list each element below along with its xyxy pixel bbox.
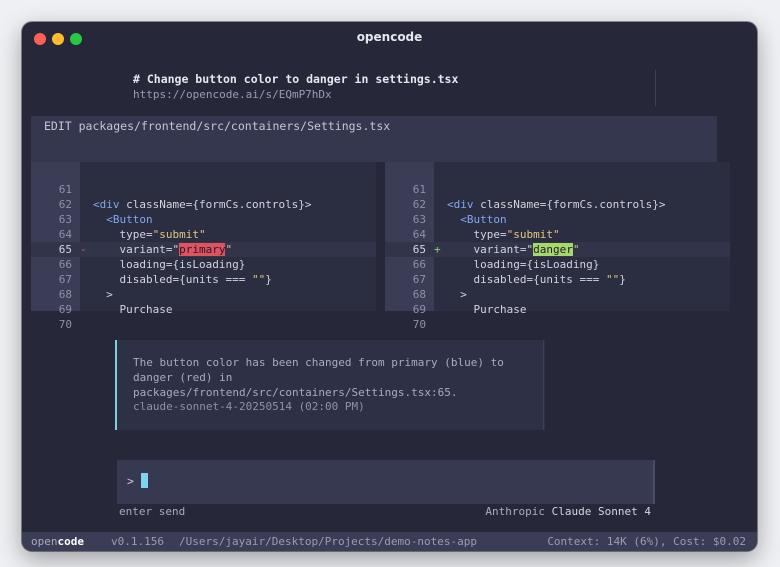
diff-line-after: 64 type="submit" bbox=[385, 227, 730, 242]
line-number: 68 bbox=[58, 288, 72, 301]
diff-line-before: 63 <Button bbox=[31, 212, 376, 227]
line-number: 69 bbox=[412, 303, 426, 316]
code-text: <div className={formCs.controls}> bbox=[447, 198, 666, 211]
prompt-caret: > bbox=[127, 474, 134, 488]
edit-tool-header: EDIT packages/frontend/src/containers/Se… bbox=[31, 116, 717, 162]
context-cost: Context: 14K (6%), Cost: $0.02 bbox=[547, 535, 746, 548]
diff-line-after: 61 bbox=[385, 182, 730, 197]
line-number: 64 bbox=[412, 228, 426, 241]
code-token: <Button bbox=[106, 213, 153, 226]
assistant-response: The button color has been changed from p… bbox=[115, 340, 545, 430]
code-token: <Button bbox=[460, 213, 507, 226]
line-number: 70 bbox=[412, 318, 426, 331]
diff-line-after: 66 loading={isLoading} bbox=[385, 257, 730, 272]
input-border bbox=[653, 460, 655, 504]
code-text: variant="danger" bbox=[447, 243, 580, 256]
response-border bbox=[543, 340, 544, 430]
code-text: loading={isLoading} bbox=[447, 258, 600, 271]
diff-before-pane: 61 62 <div className={formCs.controls}> 63 … bbox=[31, 162, 376, 331]
code-token: "submit" bbox=[506, 228, 560, 241]
added-word: danger bbox=[533, 243, 573, 256]
brand-prefix: open bbox=[31, 535, 58, 548]
diff-line-before: 65- variant="primary" bbox=[31, 242, 376, 257]
diff-line-after: 70 bbox=[385, 317, 730, 332]
line-number: 64 bbox=[58, 228, 72, 241]
code-text: loading={isLoading} bbox=[93, 258, 246, 271]
line-number: 66 bbox=[412, 258, 426, 271]
working-directory: /Users/jayair/Desktop/Projects/demo-note… bbox=[179, 535, 478, 548]
code-text: disabled={units === ""} bbox=[93, 273, 272, 286]
code-text: <Button bbox=[447, 212, 507, 227]
line-number: 68 bbox=[412, 288, 426, 301]
window-title: opencode bbox=[356, 30, 423, 44]
diff-line-before: 66 loading={isLoading} bbox=[31, 257, 376, 272]
diff-line-after: 67 disabled={units === ""} bbox=[385, 272, 730, 287]
diff-line-after: 65 + variant="danger" bbox=[385, 242, 730, 257]
share-link[interactable]: https://opencode.ai/s/EQmP7hDx bbox=[133, 88, 332, 101]
code-text: Purchase bbox=[447, 303, 527, 316]
diff-after-pane: 61 62 <div className={formCs.controls}> 63 … bbox=[385, 162, 730, 331]
line-number: 62 bbox=[58, 198, 72, 211]
app-version: v0.1.156 bbox=[111, 535, 164, 548]
code-text: <div className={formCs.controls}> bbox=[93, 198, 312, 211]
app-brand: opencode bbox=[31, 535, 84, 548]
line-number: 67 bbox=[58, 273, 72, 286]
model-name: Claude Sonnet 4 bbox=[551, 505, 651, 518]
code-text: > bbox=[93, 288, 113, 301]
code-text: variant="primary" bbox=[93, 243, 233, 256]
prompt-input[interactable]: > bbox=[117, 460, 653, 504]
line-number: 65 bbox=[58, 243, 72, 256]
line-number: 66 bbox=[58, 258, 72, 271]
code-token: "" bbox=[605, 273, 620, 286]
code-token: <div bbox=[447, 198, 474, 211]
provider-name: Anthropic bbox=[485, 505, 546, 518]
line-number: 63 bbox=[412, 213, 426, 226]
line-number: 65 bbox=[412, 243, 426, 256]
code-text: Purchase bbox=[93, 303, 173, 316]
terminal-window: opencode # Change button color to danger… bbox=[22, 22, 757, 551]
model-indicator[interactable]: Anthropic Claude Sonnet 4 bbox=[485, 505, 651, 518]
code-token: <div bbox=[93, 198, 120, 211]
diff-line-before: 68 > bbox=[31, 287, 376, 302]
code-token: "" bbox=[251, 273, 266, 286]
diff-line-after: 62 <div className={formCs.controls}> bbox=[385, 197, 730, 212]
text-cursor bbox=[141, 473, 148, 488]
diff-line-before: 64 type="submit" bbox=[31, 227, 376, 242]
diff-line-before: 70 bbox=[31, 317, 376, 332]
line-number: 70 bbox=[58, 318, 72, 331]
edit-file-path: EDIT packages/frontend/src/containers/Se… bbox=[44, 119, 391, 133]
code-text: type="submit" bbox=[93, 228, 206, 241]
user-message: # Change button color to danger in setti… bbox=[117, 70, 656, 106]
code-text: disabled={units === ""} bbox=[447, 273, 626, 286]
line-number: 63 bbox=[58, 213, 72, 226]
added-marker: + bbox=[434, 243, 441, 256]
send-hint: enter send bbox=[119, 505, 186, 518]
response-text: The button color has been changed from p… bbox=[133, 356, 504, 399]
code-text: type="submit" bbox=[447, 228, 560, 241]
status-bar: opencode v0.1.156 /Users/jayair/Desktop/… bbox=[22, 532, 757, 551]
code-token: " bbox=[572, 243, 580, 256]
code-token: "submit" bbox=[152, 228, 206, 241]
line-number: 61 bbox=[58, 183, 72, 196]
removed-marker: - bbox=[80, 243, 87, 256]
code-text: <Button bbox=[93, 212, 153, 227]
line-number: 62 bbox=[412, 198, 426, 211]
removed-word: primary bbox=[179, 243, 226, 256]
diff-line-before: 69 Purchase bbox=[31, 302, 376, 317]
diff-line-before: 67 disabled={units === ""} bbox=[31, 272, 376, 287]
code-token: " bbox=[225, 243, 233, 256]
brand-suffix: code bbox=[57, 535, 85, 548]
diff-line-after: 68 > bbox=[385, 287, 730, 302]
line-number: 69 bbox=[58, 303, 72, 316]
diff-line-after: 63 <Button bbox=[385, 212, 730, 227]
message-title: # Change button color to danger in setti… bbox=[133, 72, 459, 86]
response-meta: claude-sonnet-4-20250514 (02:00 PM) bbox=[133, 400, 365, 413]
diff-line-after: 69 Purchase bbox=[385, 302, 730, 317]
line-number: 61 bbox=[412, 183, 426, 196]
line-number: 67 bbox=[412, 273, 426, 286]
code-text: > bbox=[447, 288, 467, 301]
title-bar: opencode bbox=[22, 22, 757, 54]
diff-line-before: 62 <div className={formCs.controls}> bbox=[31, 197, 376, 212]
diff-line-before: 61 bbox=[31, 182, 376, 197]
